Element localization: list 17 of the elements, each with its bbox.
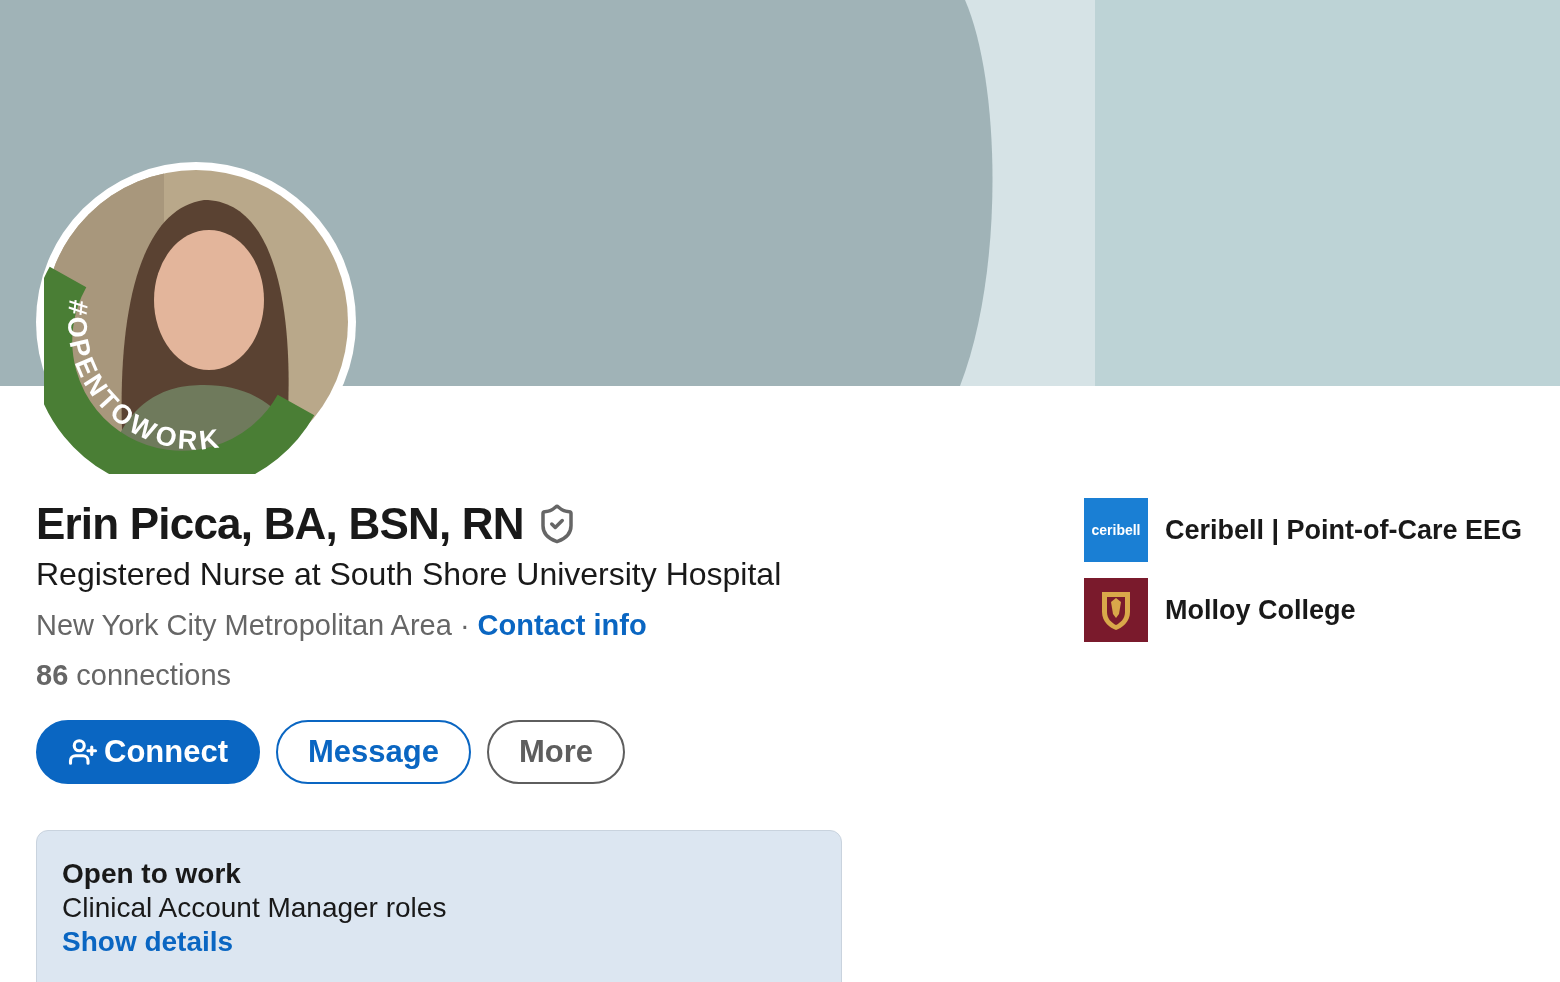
add-person-icon — [68, 737, 98, 767]
headline: Registered Nurse at South Shore University Hospital — [36, 555, 783, 594]
show-details-link[interactable]: Show details — [62, 925, 234, 959]
contact-info-link[interactable]: Contact info — [477, 606, 647, 644]
profile-name: Erin Picca, BA, BSN, RN — [36, 498, 524, 550]
location: New York City Metropolitan Area — [36, 608, 452, 643]
separator: · — [459, 608, 470, 643]
affiliation-name[interactable]: Ceribell | Point-of-Care EEG — [1165, 509, 1523, 551]
card-roles: Clinical Account Manager roles — [62, 891, 447, 925]
logo-text: ceribell — [1091, 520, 1141, 540]
message-button[interactable]: Message — [276, 720, 471, 784]
affiliation-name[interactable]: Molloy College — [1165, 589, 1356, 631]
school-crest-icon — [1084, 578, 1148, 642]
connections-count: 86 connections — [36, 658, 233, 693]
card-title: Open to work — [62, 857, 241, 891]
connect-button[interactable]: Connect — [36, 720, 260, 784]
more-button[interactable]: More — [486, 720, 626, 784]
